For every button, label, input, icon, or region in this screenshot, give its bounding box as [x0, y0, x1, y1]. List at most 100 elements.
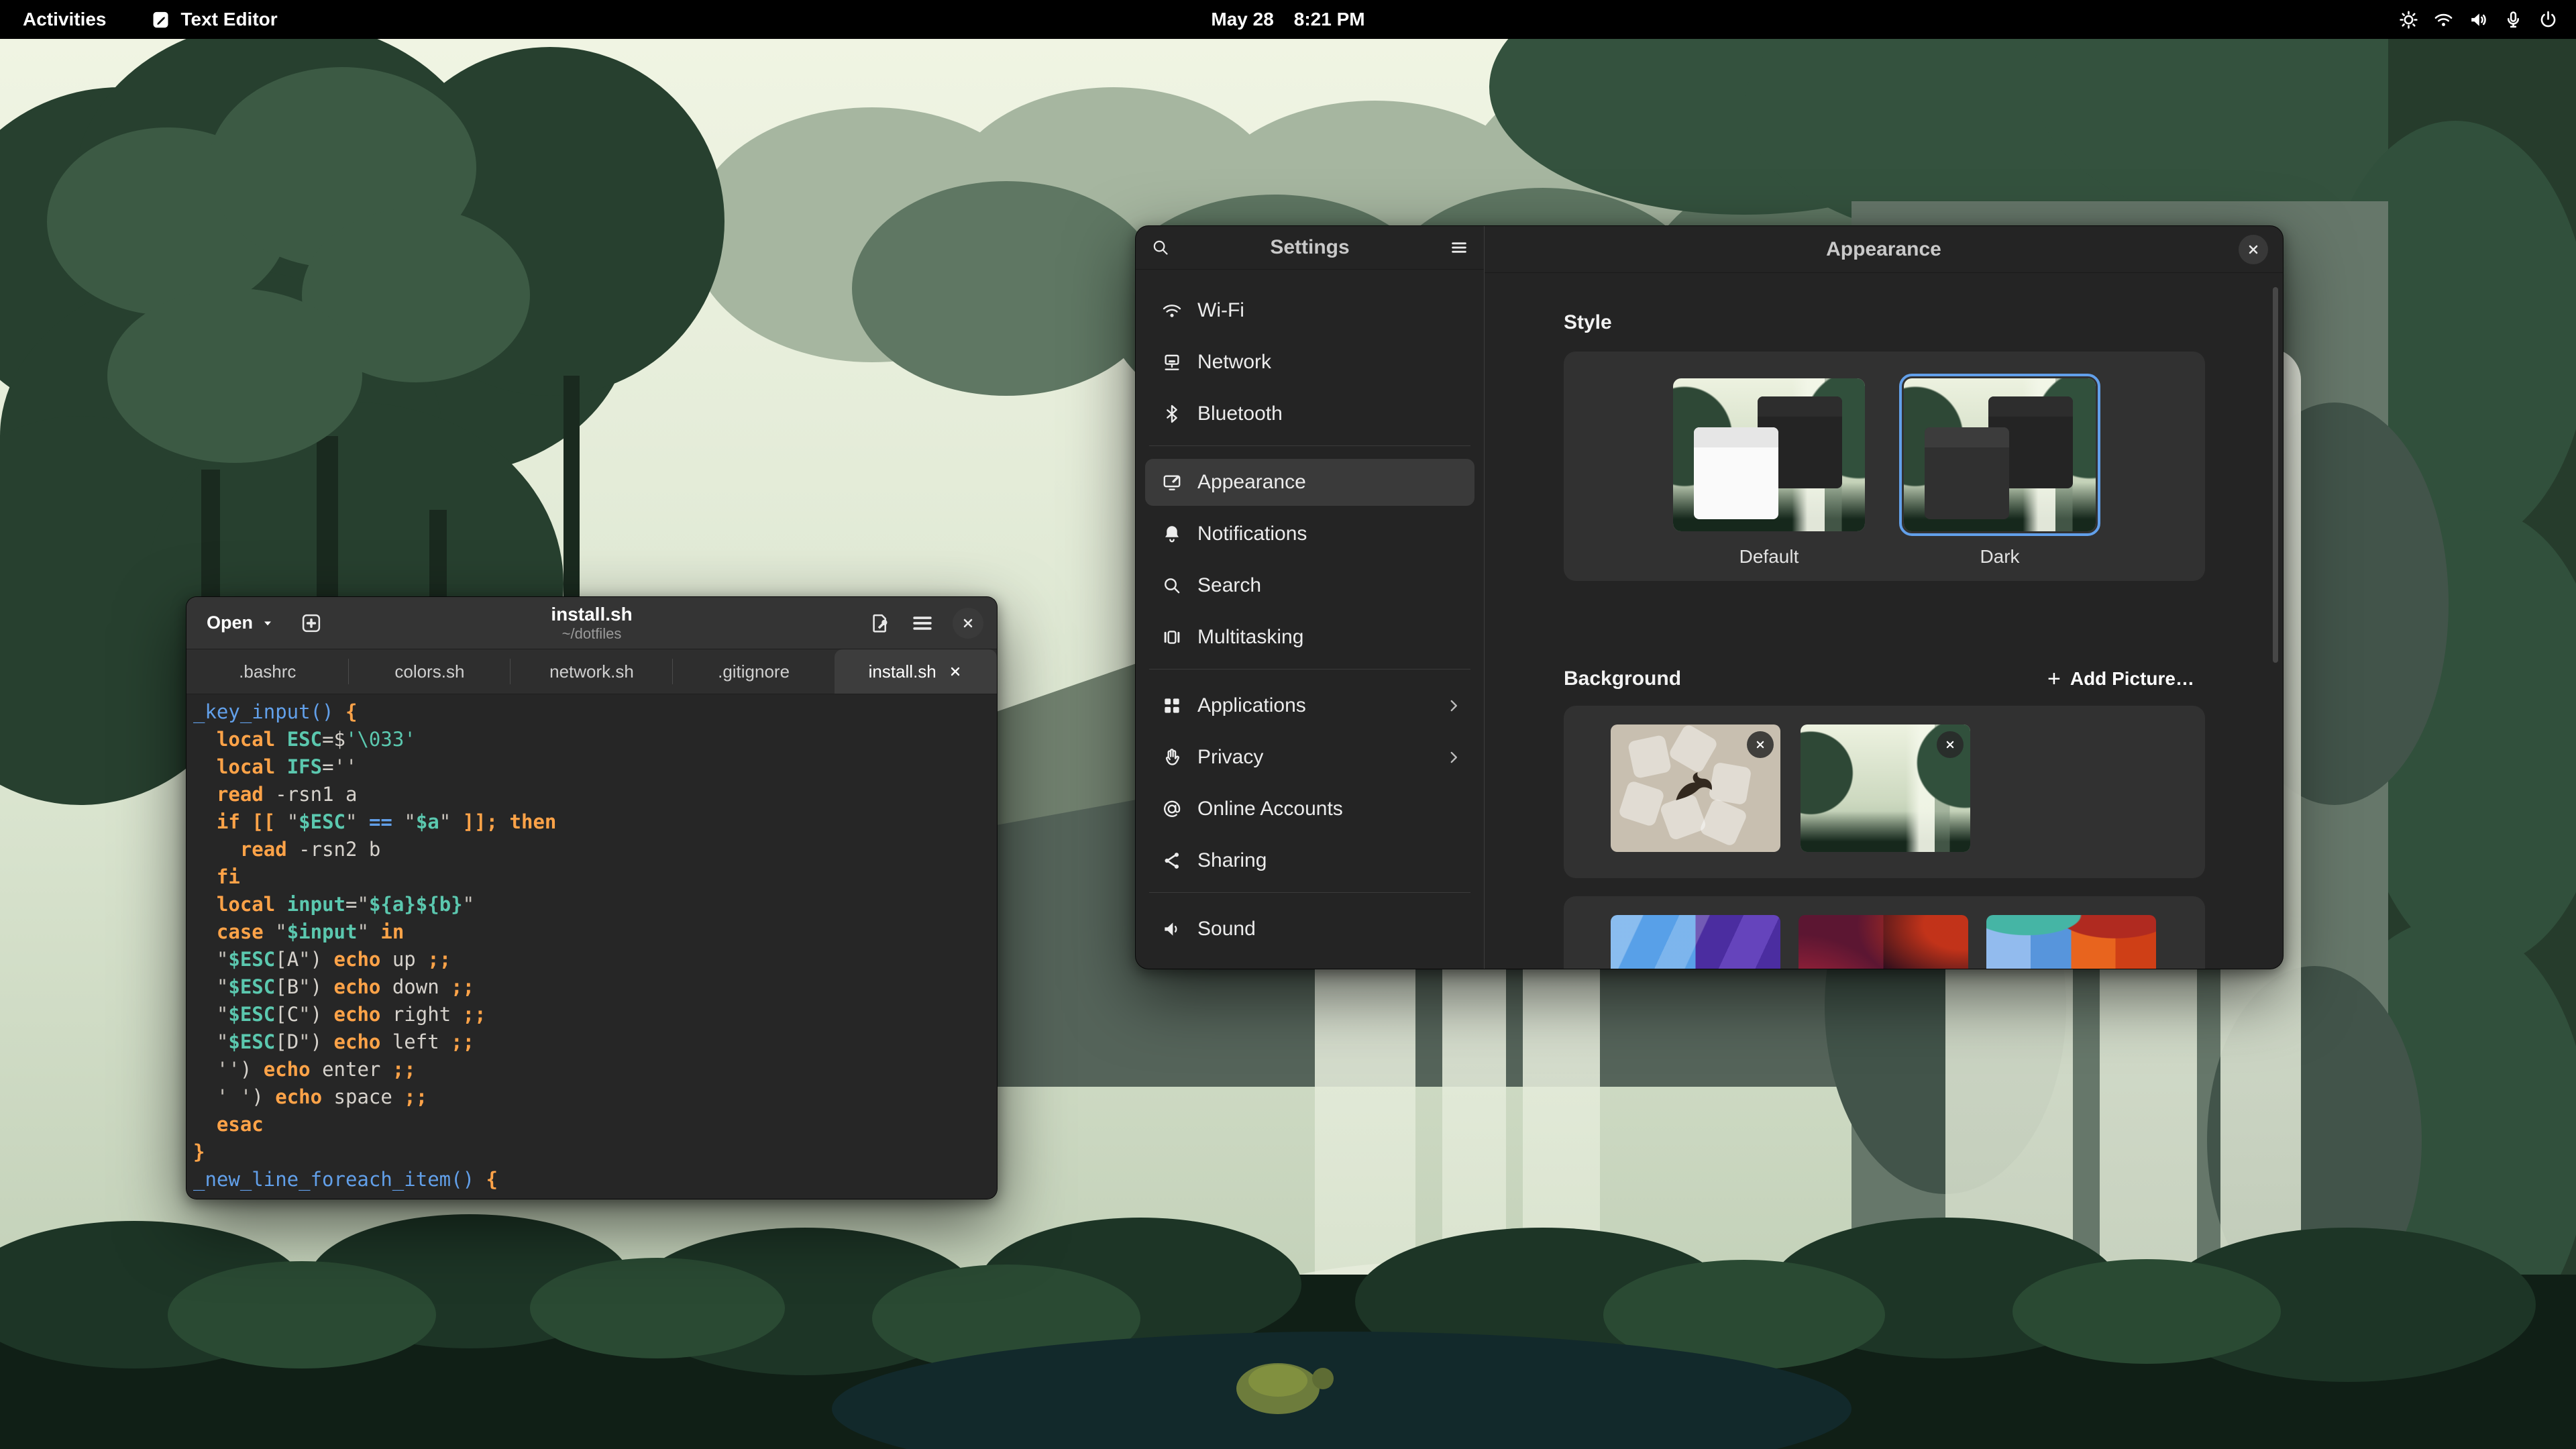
sound-icon [1161, 918, 1183, 940]
sidebar-item-wi-fi[interactable]: Wi-Fi [1145, 287, 1474, 334]
sidebar-item-search[interactable]: Search [1145, 562, 1474, 609]
code-line: local IFS='' [193, 753, 997, 781]
style-thumbnail-default[interactable] [1673, 378, 1865, 531]
appearance-icon [1161, 472, 1183, 493]
sidebar-item-applications[interactable]: Applications [1145, 682, 1474, 729]
style-option-dark[interactable]: Dark [1899, 378, 2100, 581]
chevron-icon [1445, 697, 1462, 714]
share-icon [1161, 850, 1183, 871]
plus-icon: + [2047, 667, 2061, 690]
sidebar-item-label: Applications [1197, 694, 1306, 717]
focused-app-menu[interactable]: Text Editor [150, 9, 278, 31]
close-icon [960, 615, 976, 631]
code-line: local ESC=$'\033' [193, 726, 997, 753]
settings-nav-list: Wi-Fi Network Bluetooth Appearance Notificat… [1136, 270, 1484, 969]
sidebar-item-privacy[interactable]: Privacy [1145, 734, 1474, 781]
sidebar-item-bluetooth[interactable]: Bluetooth [1145, 390, 1474, 437]
editor-tab-bashrc[interactable]: .bashrc [186, 649, 349, 694]
close-settings-button[interactable] [2239, 235, 2268, 264]
hamburger-menu-icon [910, 610, 935, 636]
sidebar-item-notifications[interactable]: Notifications [1145, 511, 1474, 557]
add-picture-button[interactable]: + Add Picture… [2038, 661, 2204, 697]
style-option-default[interactable]: Default [1668, 378, 1870, 581]
scrollbar[interactable] [2273, 287, 2278, 663]
tab-close-icon[interactable] [947, 663, 963, 680]
network-icon [1161, 352, 1183, 373]
sidebar-item-label: Network [1197, 351, 1271, 374]
sidebar-menu-button[interactable] [1449, 237, 1469, 258]
tab-label: .gitignore [718, 661, 790, 682]
close-icon [1754, 738, 1767, 751]
sidebar-item-appearance[interactable]: Appearance [1145, 459, 1474, 506]
sidebar-item-label: Online Accounts [1197, 798, 1343, 820]
bell-icon [1161, 523, 1183, 545]
appearance-content: Style DefaultDark Background + Add Pictu… [1485, 274, 2283, 969]
background-thumbnail-red-maroon-waves[interactable] [1799, 915, 1968, 969]
volume-icon [2468, 9, 2489, 30]
power-icon [2538, 9, 2559, 30]
sidebar-item-multitasking[interactable]: Multitasking [1145, 614, 1474, 661]
tab-label: colors.sh [394, 661, 464, 682]
open-button[interactable]: Open [200, 607, 281, 639]
sidebar-item-power[interactable]: Power [1145, 957, 1474, 969]
editor-tab-bar: .bashrc colors.sh network.sh .gitignore inst… [186, 649, 997, 694]
code-line: read -rsn2 b [193, 836, 997, 863]
document-properties-button[interactable] [867, 610, 892, 636]
sidebar-headerbar[interactable]: Settings [1136, 226, 1484, 270]
code-line: _new_line_foreach_item() { [193, 1166, 997, 1193]
sidebar-separator [1149, 445, 1470, 446]
editor-tab-colors-sh[interactable]: colors.sh [349, 649, 511, 694]
editor-tab-gitignore[interactable]: .gitignore [673, 649, 835, 694]
new-tab-button[interactable] [299, 610, 324, 636]
at-icon [1161, 798, 1183, 820]
document-tools-icon [867, 610, 892, 636]
code-line: "$ESC[A") echo up ;; [193, 946, 997, 973]
background-heading: Background [1564, 667, 1681, 690]
tab-label: network.sh [549, 661, 634, 682]
background-thumbnail-blue-orange-drips[interactable] [1986, 915, 2156, 969]
sidebar-item-label: Appearance [1197, 471, 1306, 494]
code-line: case "$input" in [193, 918, 997, 946]
background-thumbnail-blue-purple-geometric[interactable] [1611, 915, 1780, 969]
sidebar-item-label: Search [1197, 574, 1261, 597]
sidebar-item-label: Sound [1197, 918, 1256, 941]
sidebar-item-network[interactable]: Network [1145, 339, 1474, 386]
settings-panel: Appearance Style DefaultDark Background … [1485, 226, 2283, 969]
abstract-square [1618, 780, 1666, 828]
style-thumbnail-dark[interactable] [1904, 378, 2096, 531]
document-name: install.sh [551, 604, 632, 625]
activities-button[interactable]: Activities [23, 9, 107, 30]
code-line: if [[ "$ESC" == "$a" ]]; then [193, 808, 997, 836]
clock-button[interactable]: May 28 8:21 PM [1207, 8, 1368, 31]
remove-background-button[interactable] [1747, 731, 1774, 758]
close-window-button[interactable] [953, 608, 983, 639]
sidebar-item-label: Wi-Fi [1197, 299, 1244, 322]
user-backgrounds-card [1564, 706, 2205, 878]
system-status-area[interactable] [2398, 0, 2559, 39]
main-menu-button[interactable] [910, 610, 935, 636]
remove-background-button[interactable] [1937, 731, 1964, 758]
wifi-icon [1161, 300, 1183, 321]
code-line: esac [193, 1111, 997, 1138]
editor-tab-install-sh[interactable]: install.sh [835, 649, 997, 694]
bluetooth-icon [1161, 403, 1183, 425]
background-thumbnail-dragon-abstract[interactable] [1611, 724, 1780, 852]
search-button[interactable] [1150, 237, 1171, 258]
code-line: '') echo enter ;; [193, 1056, 997, 1083]
code-line: read -rsn1 a [193, 781, 997, 808]
close-icon [1943, 738, 1957, 751]
editor-tab-network-sh[interactable]: network.sh [511, 649, 673, 694]
background-thumbnail-forest-waterfall[interactable] [1801, 724, 1970, 852]
panel-headerbar[interactable]: Appearance [1485, 226, 2283, 273]
document-title: install.sh ~/dotfiles [551, 604, 632, 643]
tab-label: .bashrc [239, 661, 296, 682]
wifi-icon [2433, 9, 2454, 30]
sidebar-item-sound[interactable]: Sound [1145, 906, 1474, 953]
settings-title: Settings [1270, 236, 1349, 259]
microphone-icon [2503, 9, 2524, 30]
editor-headerbar[interactable]: Open install.sh ~/dotfiles [186, 597, 997, 649]
sidebar-item-online-accounts[interactable]: Online Accounts [1145, 786, 1474, 833]
code-editor[interactable]: _key_input() { local ESC=$'\033' local I… [186, 694, 997, 1199]
time-label: 8:21 PM [1294, 9, 1365, 30]
sidebar-item-sharing[interactable]: Sharing [1145, 837, 1474, 884]
